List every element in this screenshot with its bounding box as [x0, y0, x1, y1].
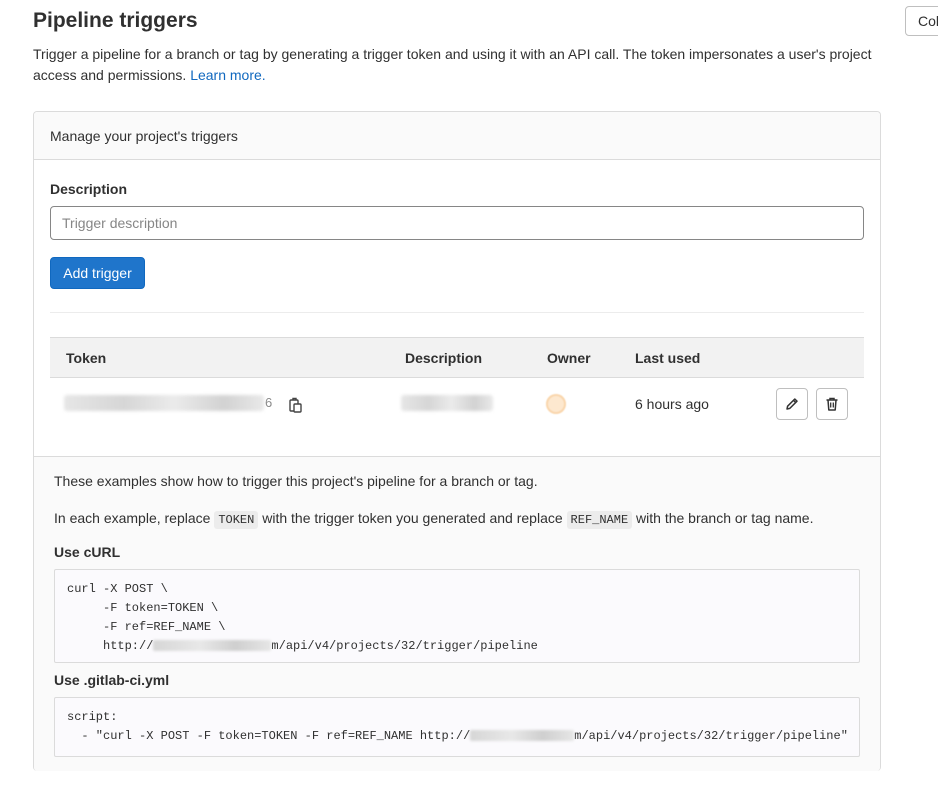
yml-line: - "curl -X POST -F token=TOKEN -F ref=RE… [67, 727, 848, 746]
column-header-description: Description [405, 350, 483, 366]
intro-description: Trigger a pipeline for a branch or tag b… [33, 46, 872, 83]
triggers-table: Token Description Owner Last used 6 6 ho… [50, 337, 864, 432]
trigger-description [401, 394, 493, 412]
examples-intro: These examples show how to trigger this … [54, 473, 538, 489]
curl-url-tail: m/api/v4/projects/32/trigger/pipeline [271, 639, 538, 653]
replace-text-3: with the branch or tag name. [636, 510, 814, 526]
trash-icon [826, 397, 838, 411]
card-header: Manage your project's triggers [34, 112, 880, 160]
owner-avatar[interactable] [546, 394, 566, 414]
curl-code-block: curl -X POST \ -F token=TOKEN \ -F ref=R… [54, 569, 860, 663]
examples-replace-note: In each example, replace TOKEN with the … [54, 510, 814, 529]
replace-text-2: with the trigger token you generated and… [262, 510, 563, 526]
curl-line: curl -X POST \ [67, 582, 168, 596]
triggers-card: Manage your project's triggers Descripti… [33, 111, 881, 771]
intro-text: Trigger a pipeline for a branch or tag b… [33, 44, 883, 86]
column-header-last-used: Last used [635, 350, 701, 366]
token-value: 6 [64, 394, 273, 412]
token-suffix: 6 [265, 395, 273, 410]
page-title: Pipeline triggers [33, 9, 198, 32]
curl-line: http:// m/api/v4/projects/32/trigger/pipe… [67, 637, 847, 656]
yml-code-block: script: - "curl -X POST -F token=TOKEN -… [54, 697, 860, 757]
curl-line: -F ref=REF_NAME \ [67, 620, 226, 634]
pipeline-triggers-page: Collapse Pipeline triggers Trigger a pip… [0, 0, 938, 800]
column-header-token: Token [66, 350, 107, 366]
delete-trigger-button[interactable] [816, 388, 848, 420]
token-code: TOKEN [214, 511, 259, 529]
add-trigger-button[interactable]: Add trigger [50, 257, 145, 289]
card-body: Description Add trigger Token Descriptio… [34, 161, 880, 455]
curl-heading: Use cURL [54, 544, 121, 560]
replace-text-1: In each example, replace [54, 510, 211, 526]
curl-url-prefix: http:// [67, 639, 154, 653]
description-label: Description [50, 181, 128, 197]
yml-url-tail: m/api/v4/projects/32/trigger/pipeline" [574, 729, 848, 743]
table-header: Token Description Owner Last used [50, 337, 864, 378]
pencil-icon [786, 398, 798, 410]
column-header-owner: Owner [547, 350, 591, 366]
redacted-host [470, 730, 575, 742]
divider [50, 312, 864, 313]
collapse-button[interactable]: Collapse [905, 6, 938, 36]
yml-line: script: [67, 710, 118, 724]
edit-trigger-button[interactable] [776, 388, 808, 420]
redacted-host [153, 640, 272, 652]
yml-heading: Use .gitlab-ci.yml [54, 672, 170, 688]
ref-name-code: REF_NAME [566, 511, 633, 529]
copy-icon[interactable] [289, 397, 303, 413]
redacted-description [401, 395, 493, 412]
trigger-description-input[interactable] [50, 206, 864, 240]
learn-more-link[interactable]: Learn more. [190, 67, 265, 83]
yml-url-prefix: - "curl -X POST -F token=TOKEN -F ref=RE… [67, 729, 471, 743]
redacted-token [64, 395, 264, 412]
table-row: 6 6 hours ago [50, 378, 864, 432]
examples-section: These examples show how to trigger this … [34, 456, 880, 771]
curl-line: -F token=TOKEN \ [67, 601, 219, 615]
last-used-value: 6 hours ago [635, 396, 709, 412]
